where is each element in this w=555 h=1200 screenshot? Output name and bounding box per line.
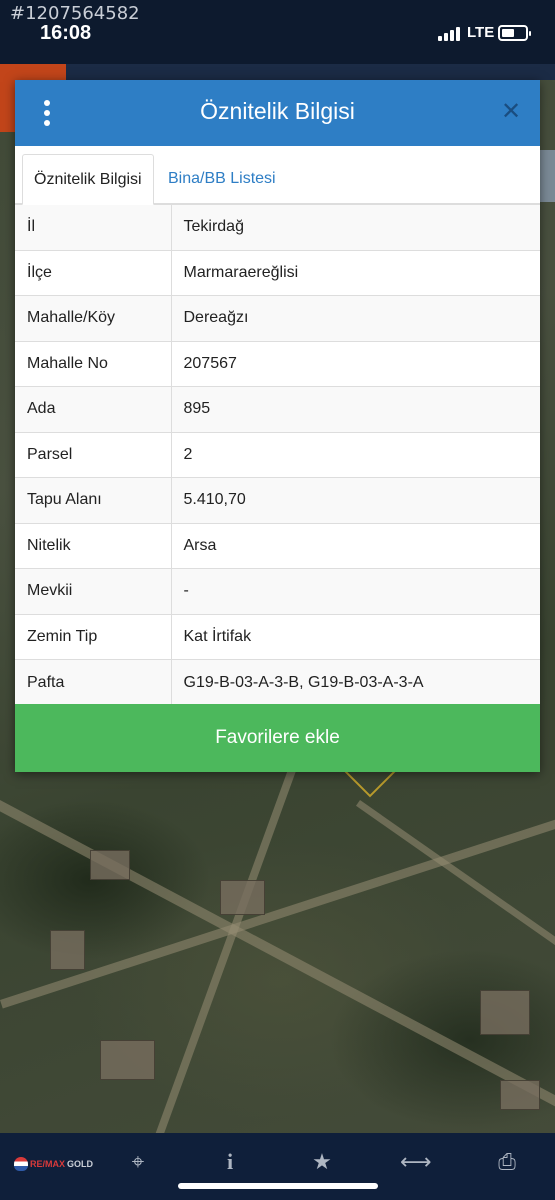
row-key: Mahalle No bbox=[15, 340, 172, 387]
table-row: Ada 895 bbox=[15, 386, 540, 432]
row-value: - bbox=[171, 568, 540, 614]
arrows-horizontal-icon[interactable]: ⟷ bbox=[400, 1151, 432, 1173]
table-row: Mevkii - bbox=[15, 568, 540, 614]
clock: 16:08 bbox=[40, 22, 92, 44]
side-scroll-handle bbox=[540, 150, 555, 202]
row-value: 207567 bbox=[171, 340, 540, 387]
tab-bar: Öznitelik Bilgisi Bina/BB Listesi bbox=[15, 146, 540, 205]
battery-icon bbox=[498, 25, 531, 41]
star-icon[interactable]: ★ bbox=[307, 1151, 337, 1173]
table-row: Pafta G19-B-03-A-3-B, G19-B-03-A-3-A bbox=[15, 659, 540, 705]
row-value: 2 bbox=[171, 431, 540, 478]
row-key: Mahalle/Köy bbox=[15, 295, 172, 341]
row-value: Tekirdağ bbox=[171, 204, 540, 250]
row-value: 5.410,70 bbox=[171, 477, 540, 523]
row-key: Zemin Tip bbox=[15, 613, 172, 660]
row-key: Mevkii bbox=[15, 568, 172, 614]
dialog-header: Öznitelik Bilgisi ✕ bbox=[15, 80, 540, 146]
table-row: Nitelik Arsa bbox=[15, 522, 540, 569]
table-row: İlçe Marmaraereğlisi bbox=[15, 249, 540, 296]
row-value: 895 bbox=[171, 386, 540, 432]
info-icon[interactable]: i bbox=[215, 1151, 245, 1173]
row-key: Nitelik bbox=[15, 522, 172, 569]
listing-id: #1207564582 bbox=[10, 3, 140, 24]
home-indicator[interactable] bbox=[178, 1183, 378, 1189]
print-icon[interactable]: ⎙ bbox=[492, 1151, 522, 1173]
table-row: İl Tekirdağ bbox=[15, 204, 540, 250]
table-row: Tapu Alanı 5.410,70 bbox=[15, 477, 540, 523]
network-type: LTE bbox=[467, 24, 495, 41]
row-key: Ada bbox=[15, 386, 172, 432]
brand-logo: RE/MAX GOLD bbox=[14, 1157, 93, 1171]
add-to-favorites-button[interactable]: Favorilere ekle bbox=[15, 704, 540, 772]
table-row: Mahalle No 207567 bbox=[15, 340, 540, 387]
attribute-dialog: Öznitelik Bilgisi ✕ Öznitelik Bilgisi Bi… bbox=[15, 80, 540, 772]
tab-attribute-info[interactable]: Öznitelik Bilgisi bbox=[22, 154, 154, 205]
brand-suffix: GOLD bbox=[67, 1159, 94, 1169]
bottom-toolbar: RE/MAX GOLD ⌖ i ★ ⟷ ⎙ bbox=[0, 1133, 555, 1200]
table-row: Parsel 2 bbox=[15, 431, 540, 478]
row-key: İl bbox=[15, 204, 172, 250]
row-value: Dereağzı bbox=[171, 295, 540, 341]
row-value: Kat İrtifak bbox=[171, 613, 540, 660]
attribute-table: İl Tekirdağ İlçe Marmaraereğlisi Mahalle… bbox=[15, 204, 540, 705]
tab-building-list[interactable]: Bina/BB Listesi bbox=[157, 154, 287, 205]
table-row: Mahalle/Köy Dereağzı bbox=[15, 295, 540, 341]
app-header-strip bbox=[0, 64, 555, 132]
row-value: G19-B-03-A-3-B, G19-B-03-A-3-A bbox=[171, 659, 540, 705]
balloon-icon bbox=[14, 1157, 28, 1171]
row-value: Arsa bbox=[171, 522, 540, 569]
dialog-title: Öznitelik Bilgisi bbox=[200, 98, 355, 124]
status-bar: #1207564582 16:08 LTE bbox=[0, 0, 555, 64]
row-value: Marmaraereğlisi bbox=[171, 249, 540, 296]
row-key: Pafta bbox=[15, 659, 172, 705]
row-key: Tapu Alanı bbox=[15, 477, 172, 523]
close-icon[interactable]: ✕ bbox=[501, 100, 521, 124]
signal-icon bbox=[438, 27, 460, 41]
table-row: Zemin Tip Kat İrtifak bbox=[15, 613, 540, 660]
crosshair-icon[interactable]: ⌖ bbox=[123, 1151, 153, 1173]
brand-name: RE/MAX bbox=[30, 1159, 66, 1169]
row-key: Parsel bbox=[15, 431, 172, 478]
row-key: İlçe bbox=[15, 249, 172, 296]
